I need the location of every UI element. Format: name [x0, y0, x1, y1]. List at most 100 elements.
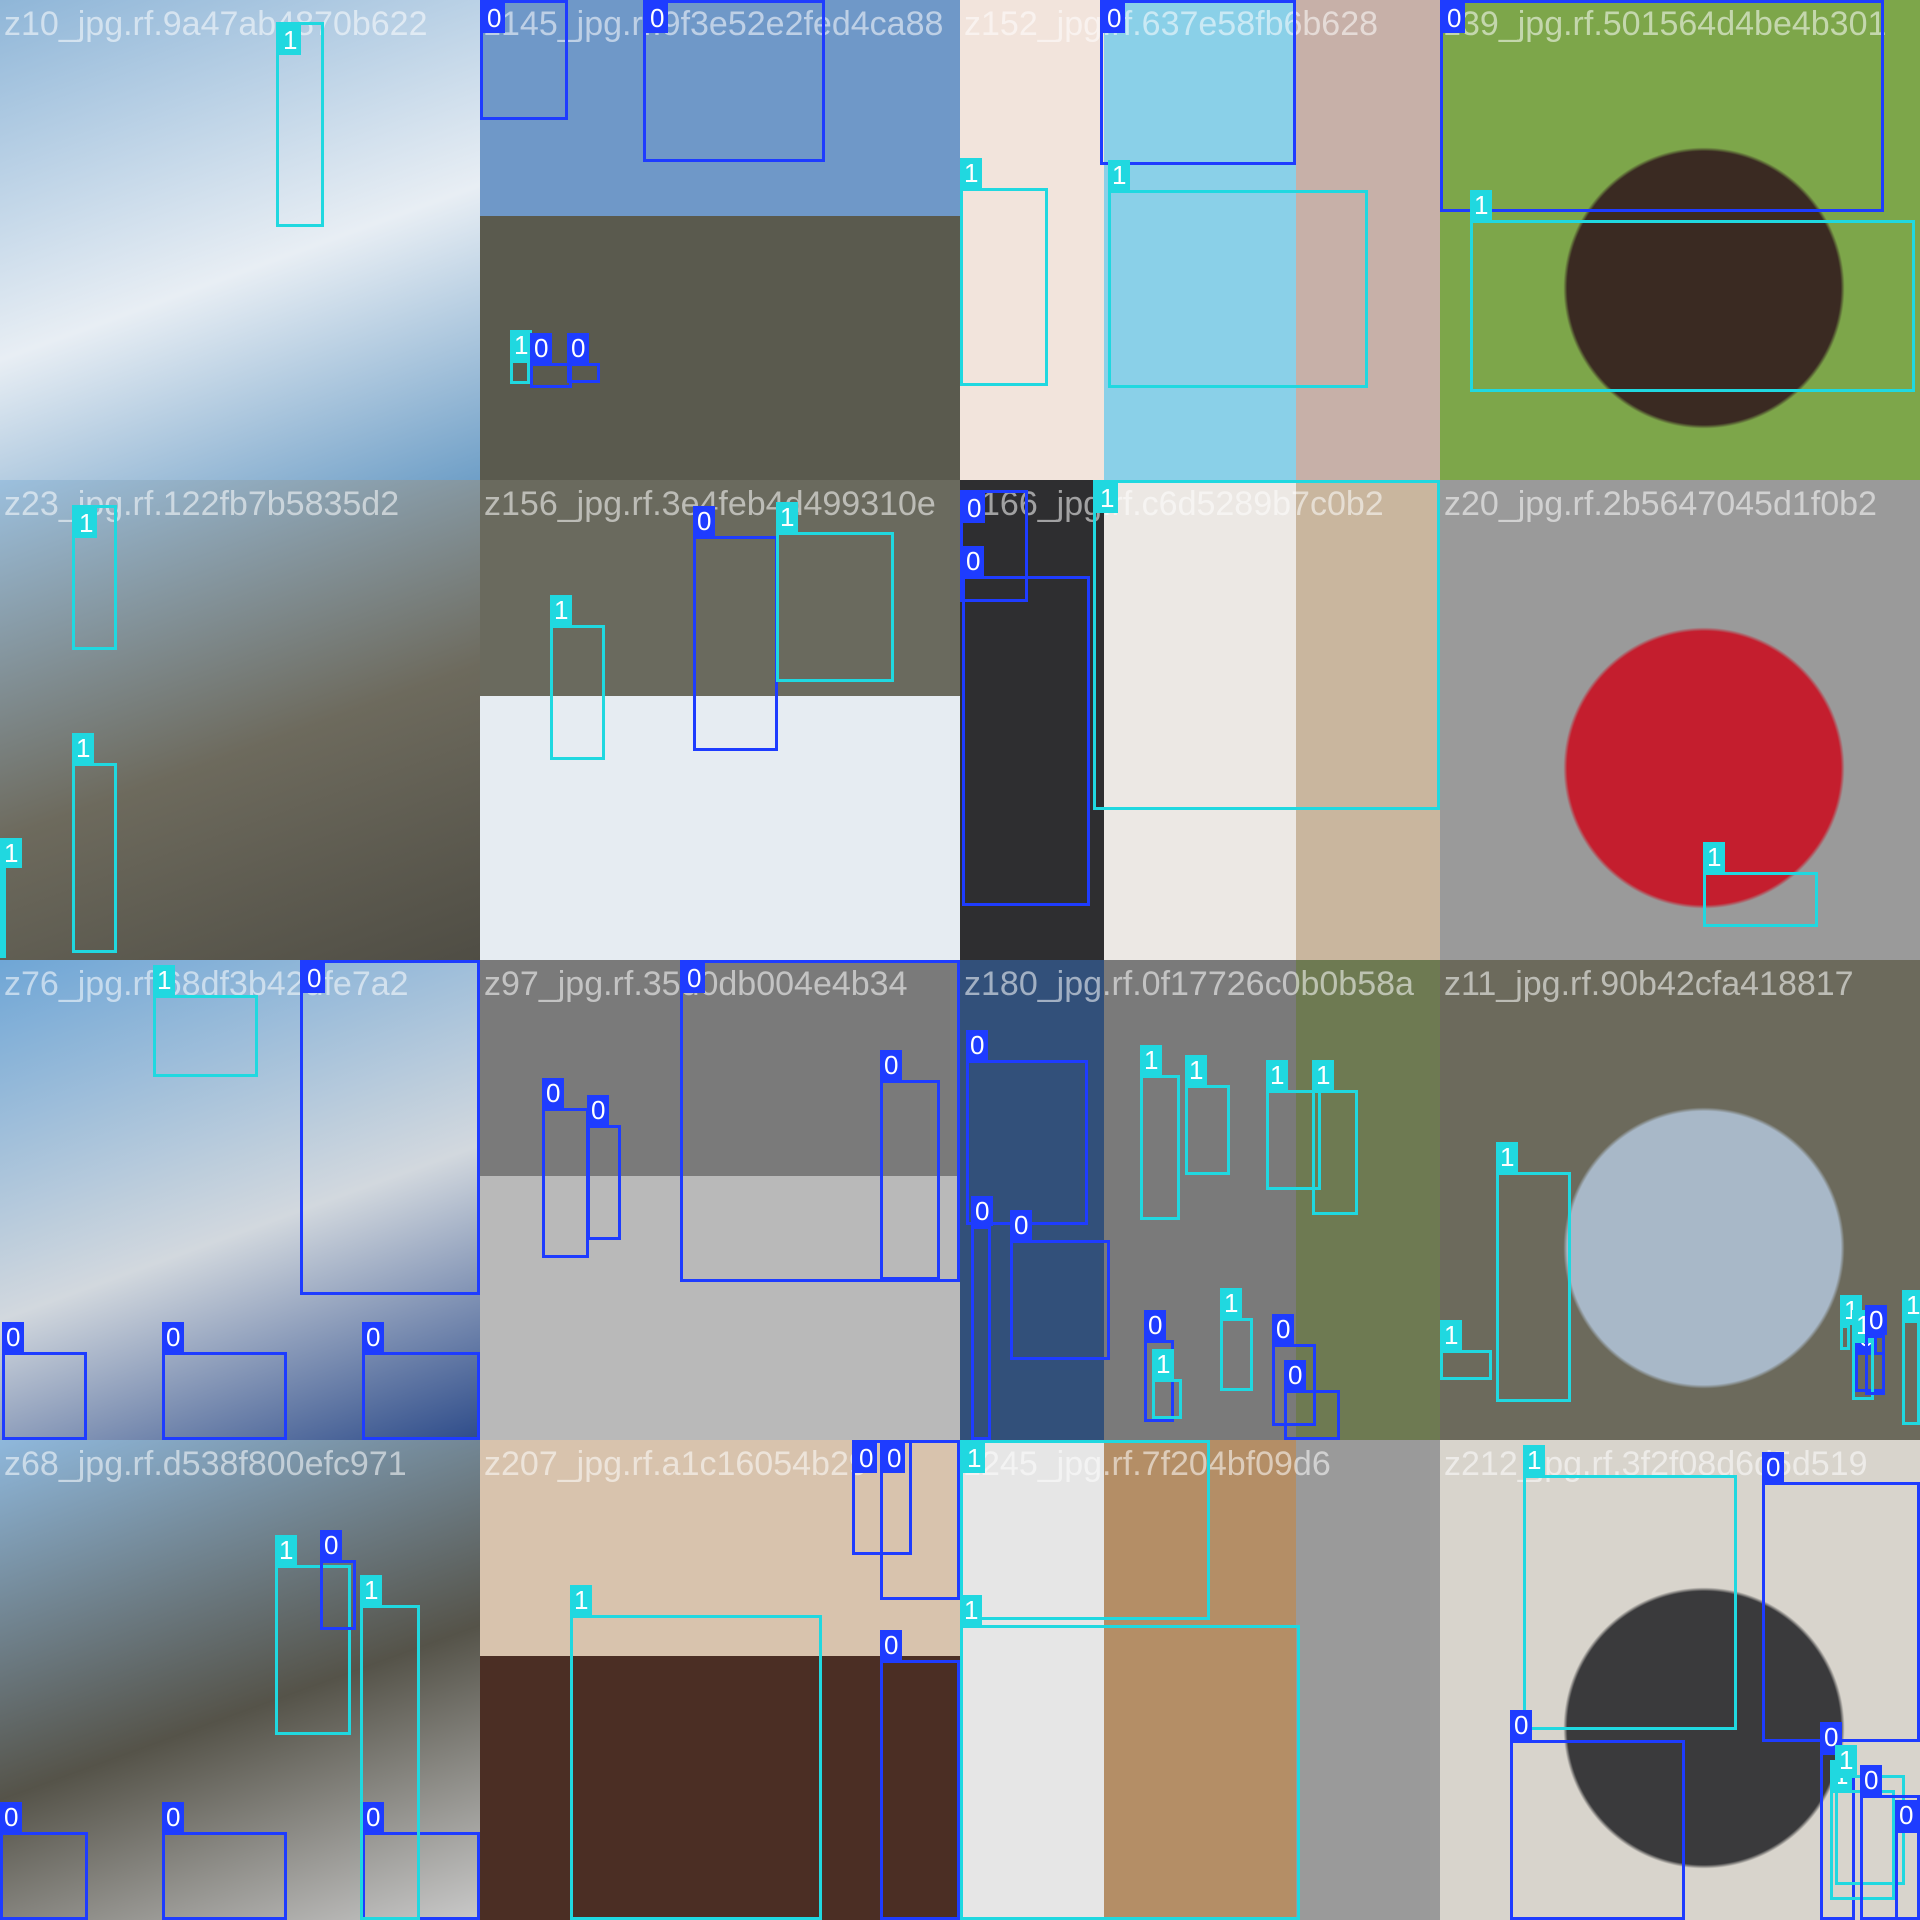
- bounding-box: 1: [72, 733, 117, 953]
- class-label: 1: [1470, 190, 1493, 220]
- class-label: 1: [550, 595, 573, 625]
- bounding-box: 1: [1470, 190, 1915, 392]
- class-label: 0: [567, 333, 590, 363]
- training-batch-mosaic: z10_jpg.rf.9a47ab4870b622 1 z145_jpg.rf.9f…: [0, 0, 1920, 1920]
- bounding-box: 0: [962, 546, 1090, 906]
- bounding-box: 0: [1010, 1210, 1110, 1360]
- tile-photo: [0, 0, 480, 480]
- class-label: 1: [1185, 1055, 1208, 1085]
- bounding-box: 1: [276, 22, 324, 227]
- class-label: 1: [153, 965, 176, 995]
- class-label: 1: [963, 1443, 986, 1473]
- bounding-box: 1: [570, 1585, 822, 1920]
- bounding-box: 1: [960, 1595, 1300, 1920]
- class-label: 1: [1703, 842, 1726, 872]
- bounding-box: 0: [320, 1530, 356, 1630]
- bounding-box: 1: [1902, 1290, 1920, 1425]
- bounding-box: 0: [567, 333, 600, 383]
- class-label: 0: [362, 1322, 385, 1352]
- bounding-box: 1: [1220, 1288, 1253, 1391]
- bounding-box: 1: [1312, 1060, 1358, 1215]
- class-label: 1: [1108, 160, 1131, 190]
- mosaic-tile: z180_jpg.rf.0f17726c0b0b58a 0 0 0 1 1 1 1 0 1 1 0 0: [960, 960, 1440, 1440]
- bounding-box: 1: [1093, 480, 1440, 810]
- class-label: 1: [1152, 1349, 1175, 1379]
- class-label: 1: [275, 1535, 298, 1565]
- bounding-box: 0: [1762, 1452, 1920, 1742]
- bounding-box: 0: [587, 1095, 621, 1240]
- bounding-box: 1: [1703, 842, 1818, 927]
- bounding-box: 1: [550, 595, 605, 760]
- bounding-box: 1: [510, 330, 533, 384]
- class-label: 0: [0, 1802, 23, 1832]
- bounding-box: 1: [1840, 1295, 1863, 1350]
- class-label: 0: [693, 506, 716, 536]
- class-label: 0: [483, 3, 506, 33]
- class-label: 0: [963, 493, 986, 523]
- class-label: 0: [683, 963, 706, 993]
- bounding-box: 1: [0, 838, 23, 958]
- bounding-box: 0: [1510, 1710, 1685, 1920]
- bounding-box: 0: [880, 1630, 960, 1920]
- mosaic-tile: z152_jpg.rf.637e58fb6b628 0 1 1: [960, 0, 1440, 480]
- class-label: 1: [1523, 1445, 1546, 1475]
- class-label: 0: [962, 546, 985, 576]
- class-label: 1: [960, 158, 983, 188]
- class-label: 1: [1096, 483, 1119, 513]
- bounding-box: 1: [960, 1440, 1210, 1620]
- class-label: 1: [1312, 1060, 1335, 1090]
- class-label: 1: [1902, 1290, 1920, 1320]
- class-label: 1: [960, 1595, 983, 1625]
- class-label: 1: [360, 1575, 383, 1605]
- tile-photo: [1440, 480, 1920, 960]
- class-label: 0: [1144, 1310, 1167, 1340]
- class-label: 0: [1010, 1210, 1033, 1240]
- class-label: 0: [1895, 1800, 1918, 1830]
- class-label: 0: [1103, 3, 1126, 33]
- class-label: 1: [1496, 1142, 1519, 1172]
- class-label: 1: [1440, 1320, 1463, 1350]
- bounding-box: 1: [1108, 160, 1368, 388]
- mosaic-tile: z76_jpg.rf.68df3b42dfe7a2 1 0 0 0 0: [0, 960, 480, 1440]
- mosaic-tile: z97_jpg.rf.35d0db004e4b340000: [480, 960, 960, 1440]
- class-label: 0: [1865, 1305, 1888, 1335]
- class-label: 0: [646, 3, 669, 33]
- class-label: 0: [542, 1078, 565, 1108]
- bounding-box: 0: [162, 1322, 287, 1440]
- class-label: 1: [570, 1585, 593, 1615]
- mosaic-tile: z212_jpg.rf.3f2f08d6d5d519 1 0 0 0 1 1 0 0: [1440, 1440, 1920, 1920]
- class-label: 0: [1860, 1765, 1883, 1795]
- bounding-box: 1: [776, 502, 894, 682]
- class-label: 0: [880, 1050, 903, 1080]
- mosaic-tile: z145_jpg.rf.9f3e52e2fed4ca88 0 0 1 0 0: [480, 0, 960, 480]
- bounding-box: 1: [1140, 1045, 1180, 1220]
- class-label: 1: [776, 502, 799, 532]
- class-label: 1: [1140, 1045, 1163, 1075]
- class-label: 0: [587, 1095, 610, 1125]
- bounding-box: 0: [362, 1322, 480, 1440]
- class-label: 1: [1220, 1288, 1243, 1318]
- class-label: 0: [855, 1443, 878, 1473]
- mosaic-tile: z39_jpg.rf.501564d4be4b301 0 1: [1440, 0, 1920, 480]
- bounding-box: 0: [530, 333, 572, 388]
- mosaic-tile: z207_jpg.rf.a1c16054b29 0 0 1 0: [480, 1440, 960, 1920]
- bounding-box: 0: [1440, 0, 1884, 212]
- bounding-box: 0: [971, 1196, 994, 1440]
- bounding-box: 1: [360, 1575, 420, 1920]
- bounding-box: 0: [1895, 1800, 1920, 1920]
- mosaic-tile: z166_jpg.rf.c6d5289b7c0b2 0 0 1: [960, 480, 1440, 960]
- class-label: 1: [279, 25, 302, 55]
- bounding-box: 1: [1440, 1320, 1492, 1380]
- bounding-box: 1: [1152, 1349, 1182, 1419]
- class-label: 0: [880, 1630, 903, 1660]
- bounding-box: 0: [162, 1802, 287, 1920]
- bounding-box: 0: [2, 1322, 87, 1440]
- class-label: 0: [971, 1196, 994, 1226]
- class-label: 0: [1284, 1360, 1307, 1390]
- class-label: 0: [2, 1322, 25, 1352]
- class-label: 1: [75, 508, 98, 538]
- mosaic-tile: z20_jpg.rf.2b5647045d1f0b2 1: [1440, 480, 1920, 960]
- bounding-box: 0: [300, 960, 480, 1295]
- mosaic-tile: z11_jpg.rf.90b42cfa4188171011101: [1440, 960, 1920, 1440]
- mosaic-tile: z68_jpg.rf.d538f800efc971 0 0 0 1 0 1: [0, 1440, 480, 1920]
